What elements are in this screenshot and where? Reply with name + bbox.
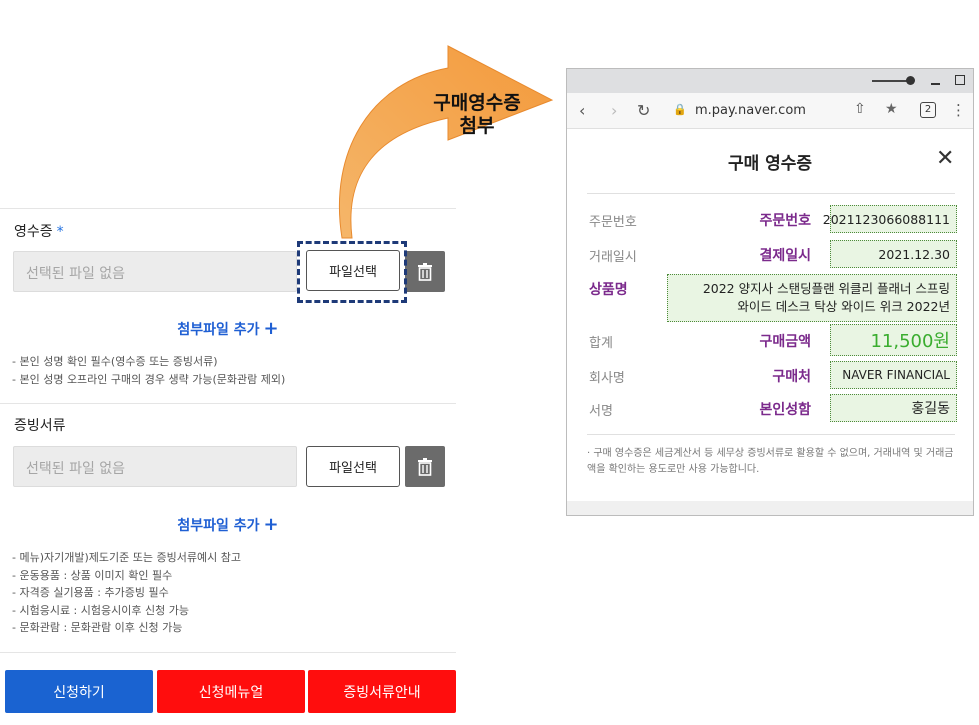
plus-icon: + xyxy=(263,514,279,535)
divider xyxy=(587,434,955,435)
url-text[interactable]: m.pay.naver.com xyxy=(695,103,806,118)
receipt-note: · 구매 영수증은 세금계산서 등 세무상 증빙서류로 활용할 수 없으며, 거… xyxy=(587,448,954,475)
receipt-title: 구매 영수증 xyxy=(727,154,813,174)
note-item: - 본인 성명 확인 필수(영수증 또는 증빙서류) xyxy=(12,355,218,368)
receipt-file-input[interactable]: 선택된 파일 없음 xyxy=(13,251,297,292)
product-name-value: 2022 양지사 스탠딩플랜 위클리 플래너 스프링 와이드 데스크 탁상 와이… xyxy=(667,274,957,322)
purchase-amount-text: 11,500원 xyxy=(870,331,950,352)
minimize-icon[interactable] xyxy=(931,83,940,85)
note-item: - 자격증 실기용품 : 추가증빙 필수 xyxy=(12,586,169,599)
order-number-label: 주문번호 xyxy=(589,215,637,230)
evidence-file-select-button[interactable]: 파일선택 xyxy=(306,446,400,487)
evidence-add-file-label: 첨부파일 추가 xyxy=(177,518,260,534)
product-name-line1: 2022 양지사 스탠딩플랜 위클리 플래너 스프링 xyxy=(702,281,950,296)
payment-date-text: 2021.12.30 xyxy=(878,246,950,262)
note-item: - 운동용품 : 상품 이미지 확인 필수 xyxy=(12,568,173,582)
note-item: - 본인 성명 오프라인 구매의 경우 생략 가능(문화관람 제외) xyxy=(12,372,286,386)
company-label: 회사명 xyxy=(589,371,625,386)
more-menu-icon[interactable]: ⋮ xyxy=(951,101,966,119)
product-name-line2: 와이드 데스크 탁상 와이드 위크 2022년 xyxy=(737,299,950,314)
forward-icon[interactable]: › xyxy=(611,101,617,120)
receipt-file-placeholder: 선택된 파일 없음 xyxy=(26,266,126,282)
receipt-title-label: 영수증 xyxy=(14,224,53,240)
order-number-key: 주문번호 xyxy=(759,213,811,229)
receipt-delete-button[interactable] xyxy=(405,251,445,292)
trash-icon xyxy=(418,262,432,281)
url-bar: ‹ › ↻ 🔒 m.pay.naver.com ⇧ ★ 2 ⋮ xyxy=(567,93,973,129)
close-icon[interactable]: ✕ xyxy=(936,146,954,171)
bookmark-icon[interactable]: ★ xyxy=(885,101,898,117)
vendor-text: NAVER FINANCIAL xyxy=(842,368,950,382)
receipt-add-file-label: 첨부파일 추가 xyxy=(177,322,260,338)
purchase-amount-value: 11,500원 xyxy=(830,324,957,356)
evidence-notes: - 메뉴)자기개발)제도기준 또는 증빙서류예시 참고 - 운동용품 : 상품 … xyxy=(12,549,241,637)
browser-window: ‹ › ↻ 🔒 m.pay.naver.com ⇧ ★ 2 ⋮ 구매 영수증 ✕… xyxy=(566,68,974,516)
product-name-label: 상품명 xyxy=(589,282,628,298)
maximize-icon[interactable] xyxy=(955,75,965,85)
arrow-label: 구매영수증 첨부 xyxy=(412,92,542,138)
divider xyxy=(587,193,955,194)
divider xyxy=(0,652,456,653)
payment-date-value: 2021.12.30 xyxy=(830,240,957,268)
vendor-value: NAVER FINANCIAL xyxy=(830,361,957,389)
vendor-key: 구매처 xyxy=(772,369,811,385)
payment-date-key: 결제일시 xyxy=(759,248,811,264)
note-item: - 문화관람 : 문화관람 이후 신청 가능 xyxy=(12,621,183,634)
highlight-dashed-box xyxy=(297,241,407,303)
guide-button[interactable]: 증빙서류안내 xyxy=(308,670,456,713)
tab-count-badge[interactable]: 2 xyxy=(920,102,936,118)
title-bar xyxy=(567,69,973,93)
reload-icon[interactable]: ↻ xyxy=(637,101,650,120)
signature-label: 서명 xyxy=(589,404,613,419)
apply-button-label: 신청하기 xyxy=(53,684,105,701)
buyer-name-text: 홍길동 xyxy=(911,401,950,417)
arrow-label-line2: 첨부 xyxy=(459,115,495,137)
evidence-add-file-link[interactable]: 첨부파일 추가 + xyxy=(0,514,456,535)
transaction-date-label: 거래일시 xyxy=(589,250,637,265)
required-mark: * xyxy=(56,224,64,240)
evidence-file-input[interactable]: 선택된 파일 없음 xyxy=(13,446,297,487)
order-number-value: 2021123066088111 xyxy=(823,205,957,233)
lock-icon: 🔒 xyxy=(673,103,687,116)
receipt-notes: - 본인 성명 확인 필수(영수증 또는 증빙서류) - 본인 성명 오프라인 … xyxy=(12,353,285,388)
divider xyxy=(0,403,456,404)
evidence-delete-button[interactable] xyxy=(405,446,445,487)
receipt-add-file-link[interactable]: 첨부파일 추가 + xyxy=(0,318,456,339)
back-icon[interactable]: ‹ xyxy=(579,101,585,120)
manual-button-label: 신청메뉴얼 xyxy=(198,684,264,701)
evidence-file-select-label: 파일선택 xyxy=(329,461,377,476)
zoom-slider-handle[interactable] xyxy=(906,76,915,85)
evidence-file-placeholder: 선택된 파일 없음 xyxy=(26,461,126,477)
curved-arrow-icon xyxy=(338,45,554,239)
evidence-title: 증빙서류 xyxy=(14,418,66,434)
bottom-strip xyxy=(567,501,973,515)
trash-icon xyxy=(418,457,432,476)
receipt-title: 영수증 * xyxy=(14,221,64,241)
share-icon[interactable]: ⇧ xyxy=(854,101,866,117)
purchase-amount-key: 구매금액 xyxy=(759,334,811,350)
buyer-name-key: 본인성함 xyxy=(759,402,811,418)
total-label: 합계 xyxy=(589,336,613,351)
manual-button[interactable]: 신청메뉴얼 xyxy=(157,670,305,713)
note-item: - 메뉴)자기개발)제도기준 또는 증빙서류예시 참고 xyxy=(12,551,241,564)
order-number-text: 2021123066088111 xyxy=(822,211,950,227)
plus-icon: + xyxy=(263,318,279,339)
note-item: - 시험응시료 : 시험응시이후 신청 가능 xyxy=(12,603,189,617)
arrow-label-line1: 구매영수증 xyxy=(433,92,521,114)
guide-button-label: 증빙서류안내 xyxy=(343,684,421,701)
buyer-name-value: 홍길동 xyxy=(830,394,957,422)
apply-button[interactable]: 신청하기 xyxy=(5,670,153,713)
